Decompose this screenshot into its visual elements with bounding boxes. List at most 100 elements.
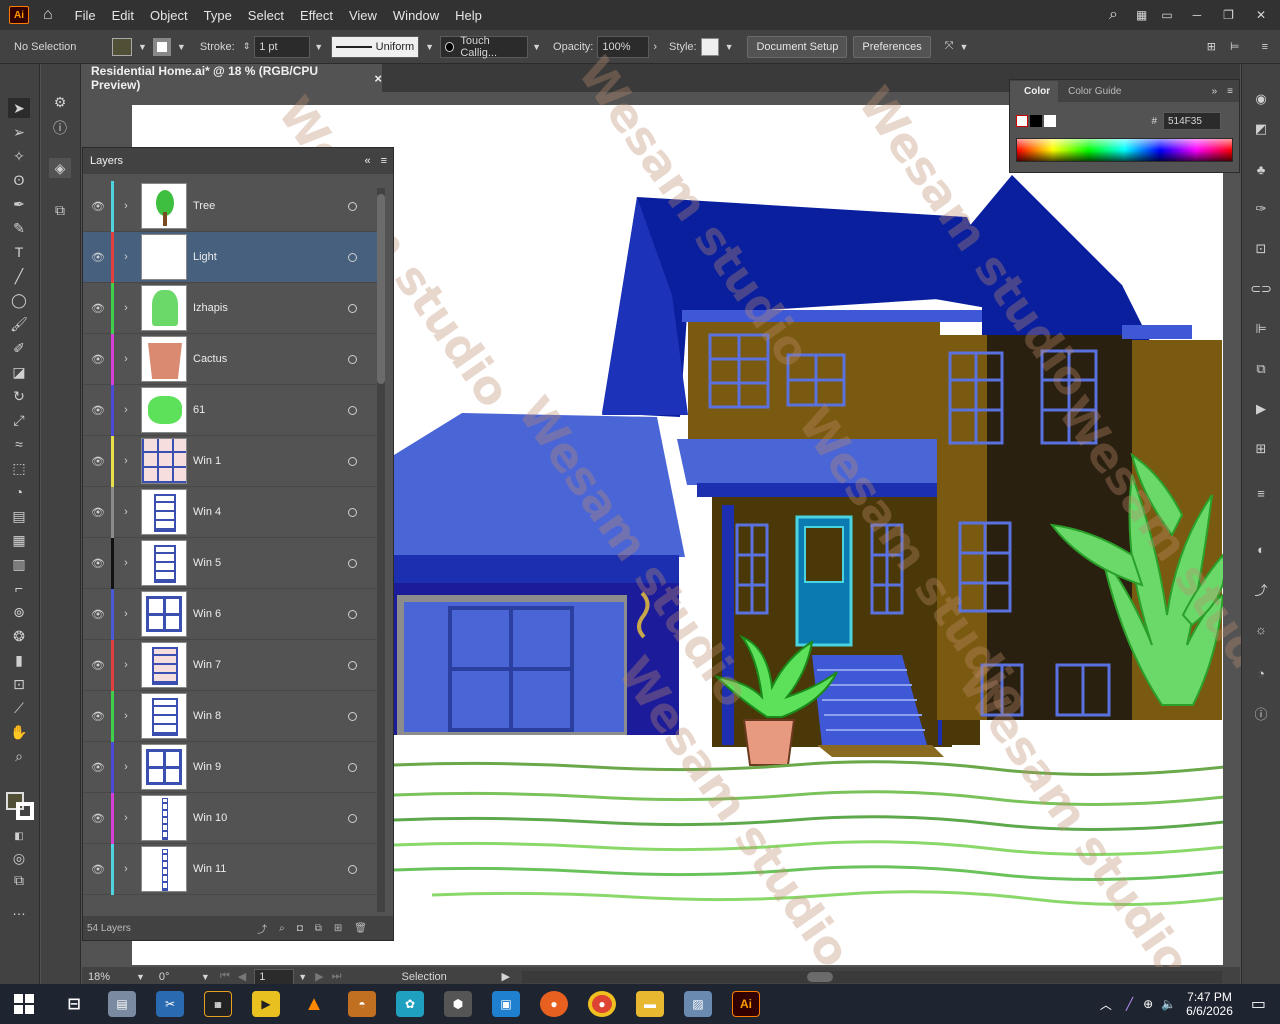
target-circle-icon[interactable] — [348, 864, 357, 874]
expand-chevron-icon[interactable]: › — [114, 251, 138, 263]
chevron-down-icon[interactable]: ▼ — [314, 42, 323, 52]
new-sublayer-icon[interactable]: ⧉ — [315, 923, 322, 934]
visibility-eye-icon[interactable]: 👁 — [83, 710, 113, 723]
export-icon[interactable]: ⤴ — [257, 921, 267, 936]
layer-row[interactable]: 👁 › Win 9 — [83, 741, 377, 793]
visibility-eye-icon[interactable]: 👁 — [83, 608, 113, 621]
layer-row[interactable]: 👁 › Win 11 — [83, 843, 377, 895]
expand-chevron-icon[interactable]: › — [114, 863, 138, 875]
eyedropper-icon[interactable]: ⌐ — [8, 578, 30, 598]
pen-tool-icon[interactable]: ✒ — [8, 194, 30, 214]
prev-artboard-icon[interactable]: ◀ — [238, 970, 246, 983]
brushes-icon[interactable]: ✑ — [1251, 200, 1271, 218]
document-tab[interactable]: Residential Home.ai* @ 18 % (RGB/CPU Pre… — [82, 64, 382, 92]
expand-chevron-icon[interactable]: › — [114, 302, 138, 314]
visibility-eye-icon[interactable]: 👁 — [83, 557, 113, 570]
menu-type[interactable]: Type — [196, 8, 240, 23]
colorful-app-icon[interactable]: ✿ — [396, 991, 424, 1017]
fill-stroke-icon[interactable] — [6, 792, 36, 822]
direct-selection-tool-icon[interactable]: ➢ — [8, 122, 30, 142]
expand-chevron-icon[interactable]: › — [114, 608, 138, 620]
visibility-eye-icon[interactable]: 👁 — [83, 200, 113, 213]
color-mode-icon[interactable]: ◧ — [8, 826, 30, 846]
zoom-field[interactable]: 18% — [84, 968, 136, 985]
layers-scrollbar[interactable] — [377, 188, 385, 912]
visibility-eye-icon[interactable]: 👁 — [83, 863, 113, 876]
artboards-panel-icon[interactable]: ⧉ — [49, 200, 71, 220]
scale-tool-icon[interactable]: ⤢ — [8, 410, 30, 430]
color-panel-icon[interactable]: ◉ — [1251, 90, 1271, 108]
warp-tool-icon[interactable]: ≈ — [8, 434, 30, 454]
menu-effect[interactable]: Effect — [292, 8, 341, 23]
target-circle-icon[interactable] — [348, 762, 357, 772]
hand-tool-icon[interactable]: ✋ — [8, 722, 30, 742]
layer-row[interactable]: 👁 › Win 7 — [83, 639, 377, 691]
volume-icon[interactable]: 🔈 — [1161, 997, 1176, 1011]
chevron-up-icon[interactable]: ︿ — [1100, 996, 1112, 1013]
layer-row[interactable]: 👁 › Win 10 — [83, 792, 377, 844]
graphic-style-swatch[interactable] — [700, 37, 719, 56]
more-tools-icon[interactable]: … — [8, 900, 30, 920]
expand-chevron-icon[interactable]: › — [114, 659, 138, 671]
gradient-panel-icon[interactable]: ◩ — [1251, 120, 1271, 138]
target-circle-icon[interactable] — [348, 201, 357, 211]
selection-tool-icon[interactable]: ➤ — [8, 98, 30, 118]
pen-workspace-icon[interactable]: ╱ — [1126, 997, 1133, 1011]
zoom-tool-icon[interactable]: ⌕ — [8, 746, 30, 766]
white-swatch[interactable] — [1044, 115, 1056, 127]
gimp-icon[interactable]: ◓ — [348, 991, 376, 1017]
delete-icon[interactable]: 🗑 — [354, 923, 367, 934]
chevron-down-icon[interactable]: ▼ — [201, 972, 210, 982]
visibility-eye-icon[interactable]: 👁 — [83, 353, 113, 366]
appearance-icon[interactable]: ☼ — [1251, 620, 1271, 638]
visibility-eye-icon[interactable]: 👁 — [83, 455, 113, 468]
new-layer-icon[interactable]: ⊞ — [334, 923, 342, 934]
preferences-button[interactable]: Preferences — [853, 35, 931, 58]
free-transform-icon[interactable]: ⬚ — [8, 458, 30, 478]
stroke-profile-select[interactable]: Uniform — [331, 35, 420, 58]
home-icon[interactable]: ⌂ — [43, 6, 53, 24]
color-spectrum[interactable] — [1016, 138, 1233, 162]
ellipse-tool-icon[interactable]: ◯ — [8, 290, 30, 310]
notifications-icon[interactable]: ▭ — [1251, 994, 1266, 1014]
menu-help[interactable]: Help — [447, 8, 490, 23]
file-explorer-icon[interactable]: ▬ — [636, 991, 664, 1017]
brush-definition-select[interactable]: Touch Callig... — [440, 35, 529, 59]
visibility-eye-icon[interactable]: 👁 — [83, 302, 113, 315]
network-icon[interactable]: ⊕ — [1143, 997, 1153, 1011]
panel-menu-icon[interactable]: ≡ — [1227, 86, 1233, 97]
paint-app-icon[interactable]: ▨ — [684, 991, 712, 1017]
actions-icon[interactable]: ▶ — [1251, 400, 1271, 418]
chevron-down-icon[interactable]: ▼ — [960, 42, 969, 52]
align-panel-icon[interactable]: ⊫ — [1251, 320, 1271, 338]
collapse-panel-icon[interactable]: » — [1212, 86, 1218, 97]
symbol-sprayer-icon[interactable]: ❂ — [8, 626, 30, 646]
slice-tool-icon[interactable]: ⟋ — [8, 698, 30, 718]
menu-view[interactable]: View — [341, 8, 385, 23]
stroke-swatch[interactable] — [152, 37, 171, 56]
target-circle-icon[interactable] — [348, 405, 357, 415]
export-assets-icon[interactable]: ⤴ — [1251, 580, 1271, 598]
chevron-down-icon[interactable]: ▼ — [725, 42, 734, 52]
locate-object-icon[interactable]: ⌕ — [279, 923, 285, 934]
black-swatch[interactable] — [1030, 115, 1042, 127]
chevron-right-icon[interactable]: › — [653, 41, 657, 53]
menu-select[interactable]: Select — [240, 8, 292, 23]
photos-app-icon[interactable]: ▤ — [108, 991, 136, 1017]
visibility-eye-icon[interactable]: 👁 — [83, 761, 113, 774]
store-app-icon[interactable]: ▣ — [492, 991, 520, 1017]
shape-builder-icon[interactable]: ◔ — [8, 482, 30, 502]
visibility-eye-icon[interactable]: 👁 — [83, 251, 113, 264]
clipping-mask-icon[interactable]: ◘ — [297, 923, 303, 934]
info-icon[interactable]: ⓘ — [49, 118, 71, 138]
type-tool-icon[interactable]: T — [8, 242, 30, 262]
column-graph-icon[interactable]: ▮ — [8, 650, 30, 670]
expand-chevron-icon[interactable]: › — [114, 812, 138, 824]
layer-row[interactable]: 👁 › Win 4 — [83, 486, 377, 538]
task-view-icon[interactable]: ⊟ — [60, 991, 88, 1017]
target-circle-icon[interactable] — [348, 252, 357, 262]
layer-row[interactable]: 👁 › Light — [83, 231, 377, 283]
target-circle-icon[interactable] — [348, 456, 357, 466]
paintbrush-icon[interactable]: 🖌 — [8, 314, 30, 334]
status-menu-icon[interactable]: ▶ — [502, 970, 510, 983]
